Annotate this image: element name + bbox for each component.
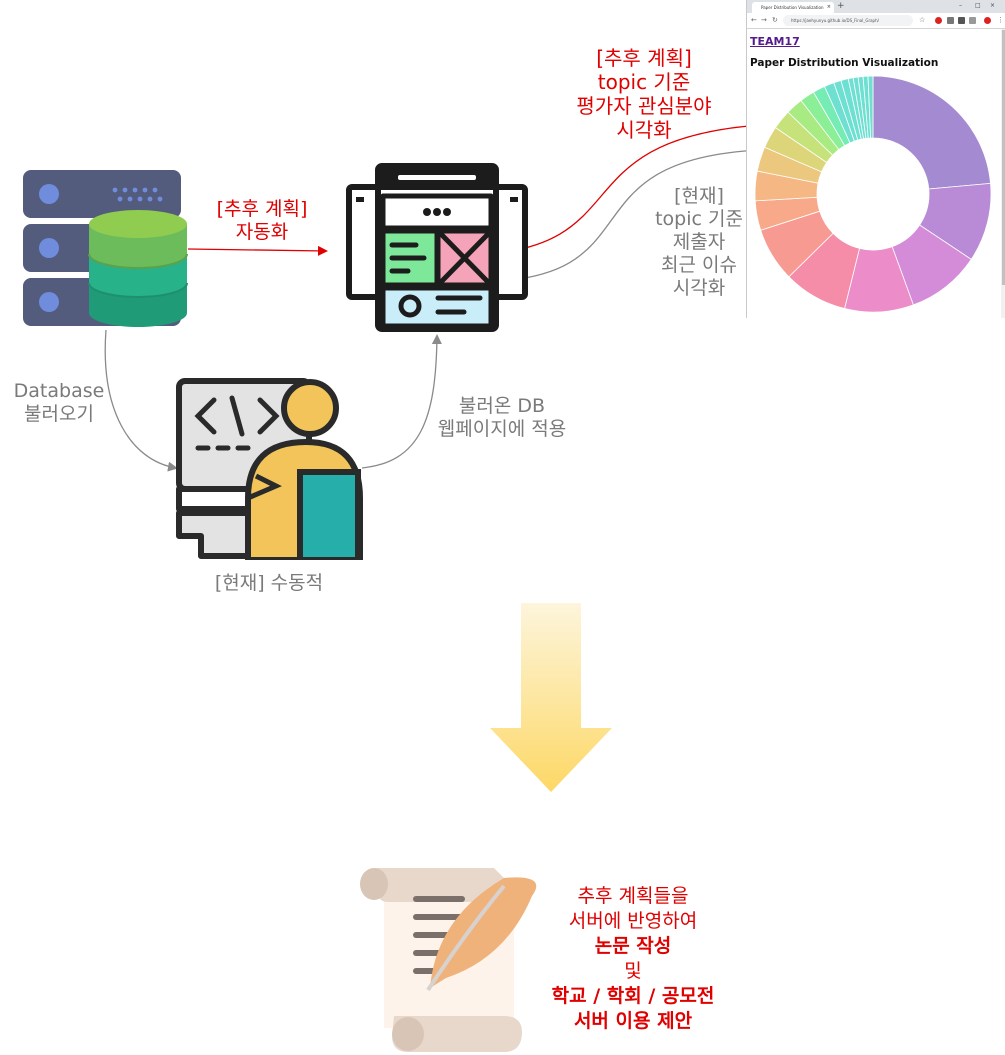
current-viz-label-line: topic 기준 (655, 208, 743, 230)
future-viz-label-line: 평가자 관심분야 (576, 94, 712, 118)
conclusion-line: 서버 이용 제안 (573, 1010, 693, 1032)
current-viz-label-line: [현재] (674, 185, 724, 207)
db-load-label-line: 불러오기 (24, 403, 94, 425)
sunburst-segment[interactable] (872, 75, 991, 190)
auto-plan-label-line: 자동화 (235, 221, 289, 243)
current-viz-label-line: 제출자 (672, 231, 726, 253)
visualization-browser-window: Paper Distribution Visualization × + – □… (746, 0, 1005, 318)
auto-plan-label-line: [추후 계획] (216, 198, 308, 220)
apply-db-label-line: 불러온 DB (458, 395, 546, 417)
extension-icon[interactable] (984, 17, 991, 24)
conclusion-line: 서버에 반영하여 (568, 910, 698, 932)
new-tab-icon[interactable]: + (837, 0, 845, 13)
future-viz-label-line: 시각화 (616, 118, 672, 142)
address-bar[interactable]: https://jaehyunyu.github.io/DS_Final_Gra… (783, 15, 913, 26)
extension-icon[interactable] (969, 17, 976, 24)
auto-arrow (187, 245, 328, 256)
browser-tab-bar: Paper Distribution Visualization × + – □… (747, 0, 1005, 13)
future-viz-label-line: [추후 계획] (596, 46, 692, 70)
apply-db-label-line: 웹페이지에 적용 (437, 418, 567, 440)
extension-icon[interactable] (958, 17, 965, 24)
browser-nav-bar: ← → ↻ https://jaehyunyu.github.io/DS_Fin… (747, 13, 1005, 29)
menu-icon[interactable]: ⋮ (997, 14, 1004, 27)
browser-tab[interactable]: Paper Distribution Visualization × (752, 2, 834, 13)
maximize-icon[interactable]: □ (975, 0, 981, 11)
close-icon[interactable]: × (827, 2, 831, 13)
conclusion-line: 논문 작성 (594, 935, 672, 957)
extension-icon[interactable] (947, 17, 954, 24)
db-load-label: Database 불러오기 (4, 380, 114, 426)
reload-icon[interactable]: ↻ (772, 14, 778, 27)
future-viz-label: [추후 계획] topic 기준 평가자 관심분야 시각화 (556, 46, 732, 142)
forward-icon[interactable]: → (761, 14, 767, 27)
current-manual-label: [현재] 수동적 (214, 572, 324, 594)
current-viz-label: [현재] topic 기준 제출자 최근 이슈 시각화 (640, 185, 758, 300)
bookmark-star-icon[interactable]: ☆ (919, 14, 925, 27)
browser-tab-title: Paper Distribution Visualization (761, 5, 824, 10)
auto-plan-label: [추후 계획] 자동화 (196, 198, 328, 244)
webpage-wireframe-icon (346, 163, 528, 332)
conclusion-line: 및 (624, 960, 642, 982)
sunburst-chart (754, 75, 992, 313)
db-load-label-line: Database (13, 380, 105, 402)
down-arrow-icon (490, 603, 612, 792)
scroll-quill-icon (360, 868, 537, 1052)
conclusion-line: 학교 / 학회 / 공모전 (551, 985, 715, 1007)
team-link[interactable]: TEAM17 (750, 35, 800, 48)
back-icon[interactable]: ← (751, 14, 757, 27)
extension-icon[interactable] (935, 17, 942, 24)
current-viz-label-line: 최근 이슈 (661, 254, 737, 276)
address-bar-url: https://jaehyunyu.github.io/DS_Final_Gra… (791, 18, 879, 23)
db-load-arrow (104, 329, 178, 472)
apply-db-label: 불러온 DB 웹페이지에 적용 (414, 395, 590, 441)
database-server-icon (23, 170, 188, 327)
conclusion-line: 추후 계획들을 (577, 885, 689, 907)
developer-at-computer-icon (176, 378, 363, 560)
conclusion-label: 추후 계획들을 서버에 반영하여 논문 작성 및 학교 / 학회 / 공모전 서… (526, 884, 740, 1034)
page-heading: Paper Distribution Visualization (750, 57, 939, 69)
current-viz-label-line: 시각화 (672, 277, 726, 299)
window-close-icon[interactable]: × (990, 0, 995, 11)
minimize-icon[interactable]: – (959, 0, 962, 11)
future-viz-label-line: topic 기준 (597, 70, 691, 94)
